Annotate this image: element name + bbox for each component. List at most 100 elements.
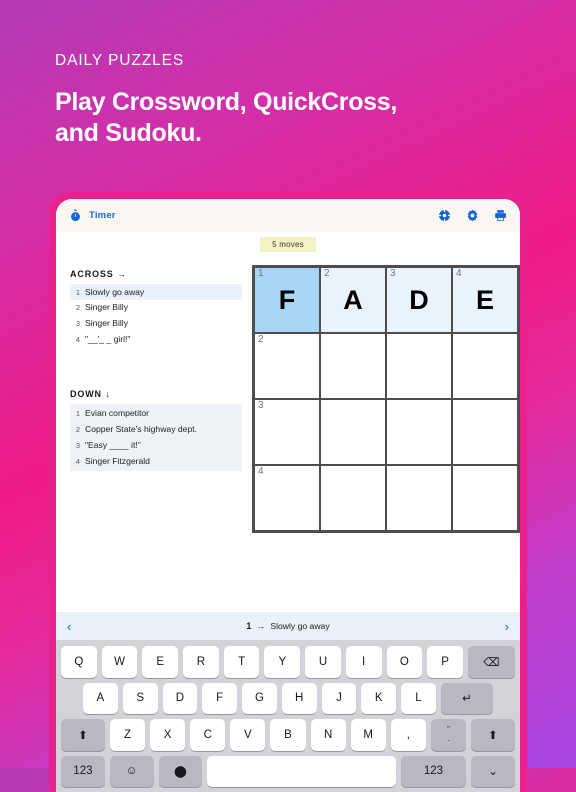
grid-cell-letter: F [278,284,296,315]
clue-number: 2 [75,303,80,313]
puzzle-help-icon[interactable] [438,209,451,222]
shift-left-icon[interactable]: ⬆ [61,719,105,751]
key-h[interactable]: H [281,682,317,714]
grid-cell[interactable] [386,399,452,465]
clue-item[interactable]: 4 "__'_ _ girl!" [70,331,242,347]
clue-item[interactable]: 3 Singer Billy [70,315,242,331]
clue-number: 1 [75,287,80,297]
key-l[interactable]: L [401,682,436,714]
grid-cell[interactable]: 4 [254,465,320,531]
keyboard-row-1: Q W E R T Y U I O P ⌫ [61,646,515,678]
grid-cell[interactable]: 2 [254,333,320,399]
grid-cell-letter: A [343,284,363,315]
key-n[interactable]: N [310,719,346,751]
numeric-right-button[interactable]: 123 [400,755,467,787]
next-clue-button[interactable]: › [505,619,509,634]
key-i[interactable]: I [345,646,382,678]
clue-item[interactable]: 1 Slowly go away [70,284,242,300]
grid-cell[interactable]: 3D [386,267,452,333]
grid-cell-number: 3 [258,400,264,411]
microphone-icon[interactable]: ⬤ [158,755,203,787]
key-z[interactable]: Z [109,719,146,751]
grid-cell[interactable] [386,333,452,399]
key-p[interactable]: P [427,646,463,678]
return-icon[interactable]: ↵ [440,682,494,714]
grid-cell-letter: D [409,284,429,315]
down-clue-list: 1 Evian competitor 2 Copper State's highway… [70,403,242,471]
emoji-icon[interactable]: ☺ [109,755,154,787]
clue-item[interactable]: 2 Singer Billy [70,300,242,316]
stopwatch-icon [69,209,82,222]
key-x[interactable]: X [150,719,186,751]
grid-cell[interactable] [452,333,518,399]
puzzle-body: ACROSS → 1 Slowly go away 2 Singer Billy 3 Si… [56,257,520,533]
clue-text: "__'_ _ girl!" [85,333,131,344]
key-comma[interactable]: , [390,719,426,751]
key-o[interactable]: O [386,646,423,678]
grid-cell[interactable] [320,465,386,531]
promo-title-line-1: Play Crossword, QuickCross, [55,88,398,116]
key-y[interactable]: Y [264,646,301,678]
timer-button[interactable]: Timer [69,209,116,222]
numeric-left-button[interactable]: 123 [61,755,105,787]
period-glyph: . [447,733,450,743]
key-f[interactable]: F [202,682,238,714]
clue-text: "Easy ____ it!" [85,439,141,450]
key-a[interactable]: A [83,682,118,714]
key-e[interactable]: E [142,646,179,678]
grid-cell[interactable] [452,399,518,465]
across-heading: ACROSS → [70,269,242,279]
grid-container: 1F2A3D4E234 [242,265,520,533]
key-d[interactable]: D [162,682,198,714]
grid-cell[interactable]: 2A [320,267,386,333]
grid-cell[interactable] [452,465,518,531]
grid-cell[interactable] [386,465,452,531]
key-j[interactable]: J [321,682,357,714]
grid-cell[interactable] [320,399,386,465]
key-g[interactable]: G [242,682,277,714]
printer-icon[interactable] [494,209,507,222]
grid-cell[interactable]: 3 [254,399,320,465]
clue-item[interactable]: 2 Copper State's highway dept. [70,422,242,438]
keyboard-row-4: 123 ☺ ⬤ 123 ⌄ [61,755,516,787]
key-r[interactable]: R [183,646,219,678]
grid-cell-number: 4 [258,466,264,477]
clue-panel: ACROSS → 1 Slowly go away 2 Singer Billy 3 Si… [70,265,242,533]
backspace-icon[interactable]: ⌫ [467,646,515,678]
promo-title-line-2: and Sudoku. [55,119,202,148]
down-heading: DOWN ↓ [70,389,242,399]
clue-text: Slowly go away [85,286,145,297]
key-q[interactable]: Q [61,646,97,678]
key-s[interactable]: S [122,682,158,714]
shift-right-icon[interactable]: ⬆ [471,719,515,751]
key-m[interactable]: M [350,719,386,751]
key-k[interactable]: K [361,682,397,714]
moves-badge: 5 moves [260,237,316,252]
dismiss-keyboard-icon[interactable]: ⌄ [471,755,516,787]
key-c[interactable]: C [190,719,226,751]
grid-cell[interactable]: 4E [452,267,518,333]
crossword-grid[interactable]: 1F2A3D4E234 [252,265,520,533]
grid-cell[interactable] [320,333,386,399]
key-quote-period[interactable]: ”. [430,719,467,751]
key-b[interactable]: B [270,719,306,751]
clue-item[interactable]: 3 "Easy ____ it!" [70,437,242,453]
key-t[interactable]: T [223,646,260,678]
grid-cell-number: 4 [456,268,462,279]
clue-item[interactable]: 1 Evian competitor [70,406,242,422]
keyboard-row-3: ⬆ Z X C V B N M,”. ⬆ [61,719,515,751]
active-clue-bar: ‹ 1 → Slowly go away › [56,612,520,640]
space-key[interactable] [207,755,396,787]
timer-label: Timer [89,210,116,221]
clue-item[interactable]: 4 Singer Fitzgerald [70,453,242,469]
gear-icon[interactable] [466,209,479,222]
grid-cell-letter: E [475,284,494,315]
app-toolbar: Timer [56,199,520,232]
active-clue-number: 1 [246,621,252,631]
key-v[interactable]: V [230,719,266,751]
active-clue-label: Slowly go away [270,621,330,631]
key-w[interactable]: W [101,646,138,678]
key-u[interactable]: U [305,646,341,678]
grid-cell[interactable]: 1F [254,267,320,333]
tablet-screen: Timer 5 moves ACROSS → 1 Slowly go away … [56,199,520,792]
